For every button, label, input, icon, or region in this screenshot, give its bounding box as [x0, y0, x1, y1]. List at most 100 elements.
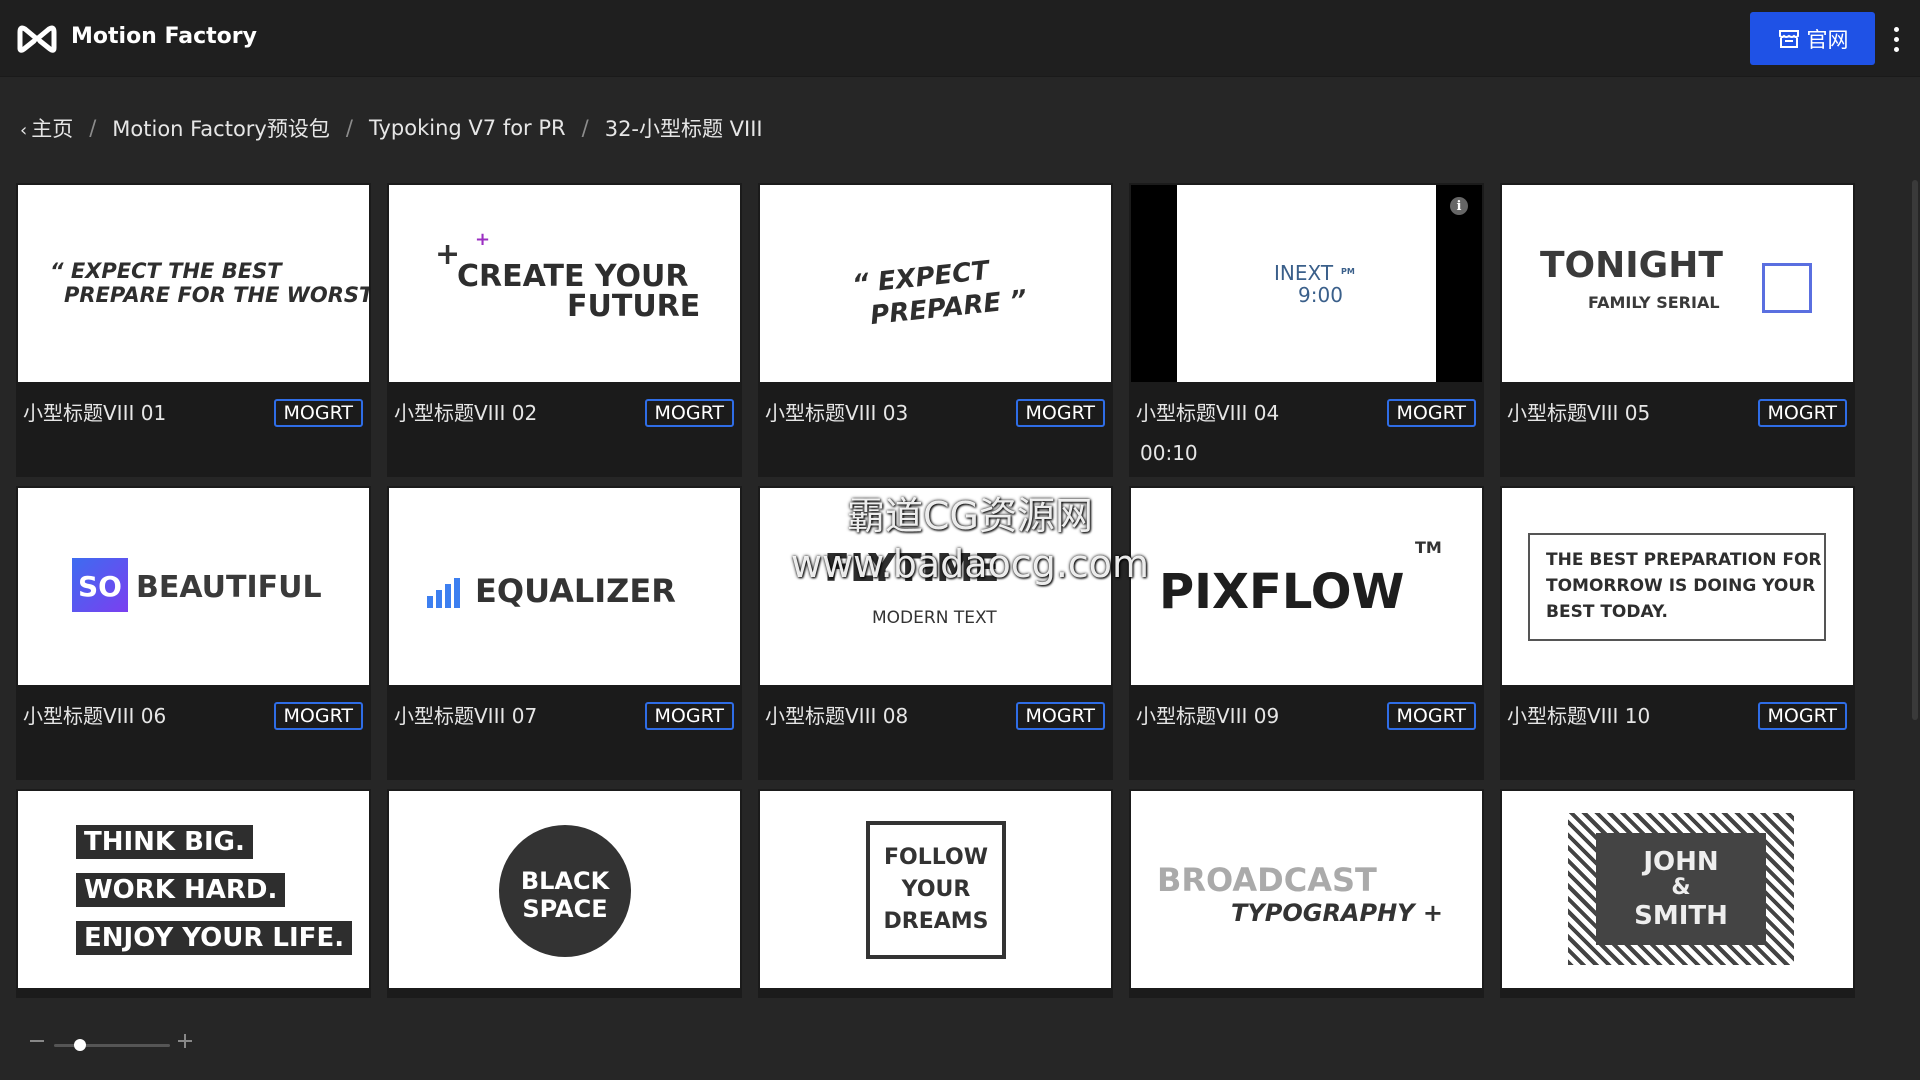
motion-factory-logo	[17, 25, 57, 53]
template-card[interactable]: EQUALIZER 小型标题VIII 07 MOGRT	[387, 486, 742, 780]
more-vertical-icon	[1893, 26, 1899, 32]
thumb-line: TOMORROW IS DOING YOUR	[1546, 576, 1816, 596]
zoom-slider-handle[interactable]	[74, 1039, 86, 1051]
thumb-line: THINK BIG.	[76, 825, 253, 859]
thumb-line: ENJOY YOUR LIFE.	[76, 921, 353, 955]
info-icon[interactable]: i	[1450, 197, 1468, 215]
template-name: 小型标题VIII 07	[394, 704, 538, 728]
thumb-line: BROADCAST	[1157, 861, 1377, 899]
template-thumbnail[interactable]: SO BEAUTIFUL	[18, 488, 369, 685]
template-card[interactable]: “ EXPECT PREPARE ” 小型标题VIII 03 MOGRT	[758, 183, 1113, 477]
template-thumbnail[interactable]: EQUALIZER	[389, 488, 740, 685]
template-thumbnail[interactable]: “ EXPECT PREPARE ”	[760, 185, 1111, 382]
zoom-slider[interactable]	[54, 1044, 170, 1047]
template-card[interactable]: INEXT PM 9:00 i 小型标题VIII 04 MOGRT 00:10	[1129, 183, 1484, 477]
template-thumbnail[interactable]: FLYTIME MODERN TEXT	[760, 488, 1111, 685]
letterbox-bar	[1131, 185, 1177, 382]
template-thumbnail[interactable]: TONIGHT FAMILY SERIAL	[1502, 185, 1853, 382]
template-thumbnail[interactable]: JOHN & SMITH	[1502, 791, 1853, 988]
mogrt-badge[interactable]: MOGRT	[1757, 399, 1847, 427]
mogrt-badge[interactable]: MOGRT	[1015, 399, 1105, 427]
thumb-line: SPACE	[522, 895, 608, 923]
breadcrumb-separator: /	[345, 116, 353, 140]
mogrt-badge[interactable]: MOGRT	[1015, 702, 1105, 730]
zoom-in-icon[interactable]	[178, 1034, 192, 1048]
template-thumbnail[interactable]: BROADCAST TYPOGRAPHY +	[1131, 791, 1482, 988]
official-site-label: 官网	[1806, 27, 1849, 52]
template-card[interactable]: + + CREATE YOUR FUTURE 小型标题VIII 02 MOGRT	[387, 183, 742, 477]
thumb-line: MODERN TEXT	[872, 608, 997, 628]
thumb-line: FLYTIME	[824, 546, 1000, 590]
mogrt-badge[interactable]: MOGRT	[1386, 399, 1476, 427]
thumb-line: SMITH	[1634, 901, 1728, 931]
template-name: 小型标题VIII 02	[394, 401, 538, 425]
template-card[interactable]: JOHN & SMITH	[1500, 789, 1855, 998]
template-thumbnail[interactable]: PIXFLOW TM	[1131, 488, 1482, 685]
template-thumbnail[interactable]: FOLLOW YOUR DREAMS	[760, 791, 1111, 988]
template-thumbnail[interactable]: + + CREATE YOUR FUTURE	[389, 185, 740, 382]
mogrt-badge[interactable]: MOGRT	[644, 702, 734, 730]
thumb-line: THE BEST PREPARATION FOR	[1546, 550, 1822, 570]
template-card[interactable]: THE BEST PREPARATION FOR TOMORROW IS DOI…	[1500, 486, 1855, 780]
template-name: 小型标题VIII 04	[1136, 401, 1280, 425]
template-card[interactable]: PIXFLOW TM 小型标题VIII 09 MOGRT	[1129, 486, 1484, 780]
storefront-icon	[1778, 29, 1799, 48]
breadcrumb-pack[interactable]: Motion Factory预设包	[112, 113, 330, 143]
bottom-bar	[0, 998, 1920, 1080]
more-menu-button[interactable]	[1886, 22, 1906, 56]
thumb-line: JOHN	[1643, 847, 1719, 877]
template-card[interactable]: BROADCAST TYPOGRAPHY +	[1129, 789, 1484, 998]
mogrt-badge[interactable]: MOGRT	[273, 399, 363, 427]
template-card[interactable]: “ EXPECT THE BEST PREPARE FOR THE WORST …	[16, 183, 371, 477]
breadcrumb-current: 32-小型标题 VIII	[604, 117, 763, 141]
template-name: 小型标题VIII 08	[765, 704, 909, 728]
chevron-left-icon: ‹	[20, 120, 28, 141]
template-grid: “ EXPECT THE BEST PREPARE FOR THE WORST …	[16, 183, 1856, 998]
template-name: 小型标题VIII 03	[765, 401, 909, 425]
thumb-line: FOLLOW	[884, 845, 988, 870]
breadcrumb: ‹ 主页 / Motion Factory预设包 / Typoking V7 fo…	[20, 113, 763, 143]
template-card[interactable]: SO BEAUTIFUL 小型标题VIII 06 MOGRT	[16, 486, 371, 780]
template-thumbnail[interactable]: INEXT PM 9:00 i	[1131, 185, 1482, 382]
vertical-scrollbar[interactable]	[1912, 180, 1918, 720]
thumb-sup: PM	[1341, 267, 1355, 276]
template-name: 小型标题VIII 01	[23, 401, 167, 425]
template-thumbnail[interactable]: THINK BIG. WORK HARD. ENJOY YOUR LIFE.	[18, 791, 369, 988]
template-card[interactable]: BLACK SPACE	[387, 789, 742, 998]
template-card[interactable]: THINK BIG. WORK HARD. ENJOY YOUR LIFE.	[16, 789, 371, 998]
thumb-line: “ EXPECT THE BEST	[50, 259, 282, 283]
quote-box-icon	[1762, 263, 1812, 313]
template-card[interactable]: FOLLOW YOUR DREAMS	[758, 789, 1113, 998]
thumb-line: PREPARE FOR THE WORST ”	[64, 283, 369, 307]
thumb-line: FUTURE	[567, 289, 701, 324]
breadcrumb-home[interactable]: ‹ 主页	[20, 113, 73, 143]
thumb-line: FAMILY SERIAL	[1588, 293, 1720, 312]
breadcrumb-separator: /	[581, 116, 589, 140]
template-name: 小型标题VIII 10	[1507, 704, 1651, 728]
zoom-out-icon[interactable]	[30, 1040, 44, 1042]
thumb-line: BLACK	[520, 867, 610, 895]
mogrt-badge[interactable]: MOGRT	[273, 702, 363, 730]
template-thumbnail[interactable]: THE BEST PREPARATION FOR TOMORROW IS DOI…	[1502, 488, 1853, 685]
template-name: 小型标题VIII 05	[1507, 401, 1651, 425]
mogrt-badge[interactable]: MOGRT	[1386, 702, 1476, 730]
breadcrumb-collection[interactable]: Typoking V7 for PR	[369, 116, 566, 140]
app-title: Motion Factory	[71, 24, 257, 49]
template-card[interactable]: TONIGHT FAMILY SERIAL 小型标题VIII 05 MOGRT	[1500, 183, 1855, 477]
thumb-trademark: TM	[1415, 538, 1442, 557]
mogrt-badge[interactable]: MOGRT	[1757, 702, 1847, 730]
thumb-line: BEST TODAY.	[1546, 602, 1668, 622]
template-name: 小型标题VIII 09	[1136, 704, 1280, 728]
thumb-line: 9:00	[1298, 283, 1343, 307]
official-site-button[interactable]: 官网	[1750, 12, 1875, 65]
template-card[interactable]: FLYTIME MODERN TEXT 小型标题VIII 08 MOGRT	[758, 486, 1113, 780]
template-thumbnail[interactable]: BLACK SPACE	[389, 791, 740, 988]
thumb-line: TYPOGRAPHY +	[1231, 899, 1444, 927]
plus-accent-icon: +	[475, 229, 491, 250]
thumb-line: INEXT	[1274, 261, 1334, 285]
breadcrumb-home-label: 主页	[31, 117, 74, 141]
mogrt-badge[interactable]: MOGRT	[644, 399, 734, 427]
thumb-line: YOUR	[901, 877, 971, 902]
thumb-line: SO	[78, 570, 122, 603]
template-thumbnail[interactable]: “ EXPECT THE BEST PREPARE FOR THE WORST …	[18, 185, 369, 382]
